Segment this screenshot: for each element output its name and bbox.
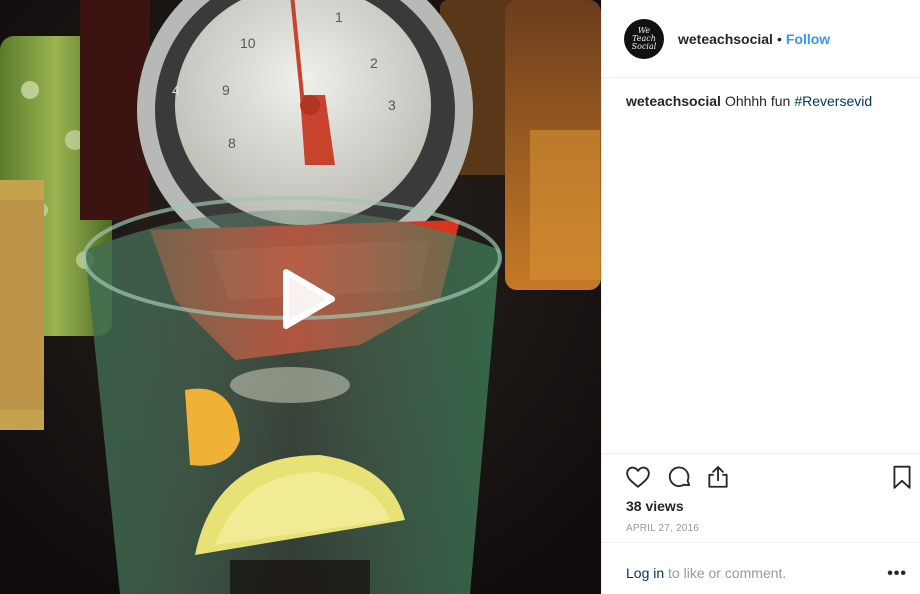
login-rest-text: to like or comment.: [664, 565, 787, 581]
header-separator: •: [776, 30, 782, 47]
save-button[interactable]: [888, 463, 916, 491]
svg-text:2: 2: [370, 55, 378, 71]
post-date: APRIL 27, 2016: [626, 523, 700, 534]
svg-text:3: 3: [388, 97, 396, 113]
post-caption: weteachsocial Ohhhh fun #Reversevid: [626, 92, 906, 110]
avatar-logo-text: We Teach Social: [631, 25, 657, 51]
header-username[interactable]: weteachsocial: [678, 31, 773, 47]
action-icons-row: [624, 463, 920, 491]
share-icon: [708, 466, 728, 488]
svg-text:10: 10: [240, 35, 256, 51]
comment-button[interactable]: [666, 463, 694, 491]
share-button[interactable]: [704, 463, 732, 491]
login-link[interactable]: Log in: [626, 565, 664, 581]
play-button[interactable]: [268, 262, 342, 336]
svg-text:1: 1: [335, 9, 343, 25]
bookmark-icon: [893, 465, 911, 489]
login-prompt: Log in to like or comment. •••: [602, 542, 920, 594]
svg-text:4: 4: [172, 82, 180, 98]
heart-icon: [626, 466, 650, 488]
post-actions-area: 38 views APRIL 27, 2016 Log in to like o…: [602, 453, 920, 594]
avatar[interactable]: We Teach Social: [624, 18, 664, 59]
view-count: 38 views: [626, 498, 684, 514]
play-icon: [283, 269, 335, 329]
post-side-panel: We Teach Social weteachsocial • Follow w…: [601, 0, 920, 594]
more-options-button[interactable]: •••: [887, 565, 907, 583]
svg-text:8: 8: [228, 135, 236, 151]
login-text: Log in to like or comment.: [626, 565, 786, 581]
svg-text:9: 9: [222, 82, 230, 98]
caption-username[interactable]: weteachsocial: [626, 93, 721, 109]
post-media[interactable]: 10 9 8 1 2 3 4: [0, 0, 601, 594]
follow-button[interactable]: Follow: [786, 31, 830, 47]
post-header: We Teach Social weteachsocial • Follow: [602, 0, 920, 78]
caption-hashtag[interactable]: #Reversevid: [794, 93, 872, 109]
comment-icon: [668, 466, 691, 487]
like-button[interactable]: [624, 463, 652, 491]
caption-text: Ohhhh fun: [724, 93, 791, 109]
